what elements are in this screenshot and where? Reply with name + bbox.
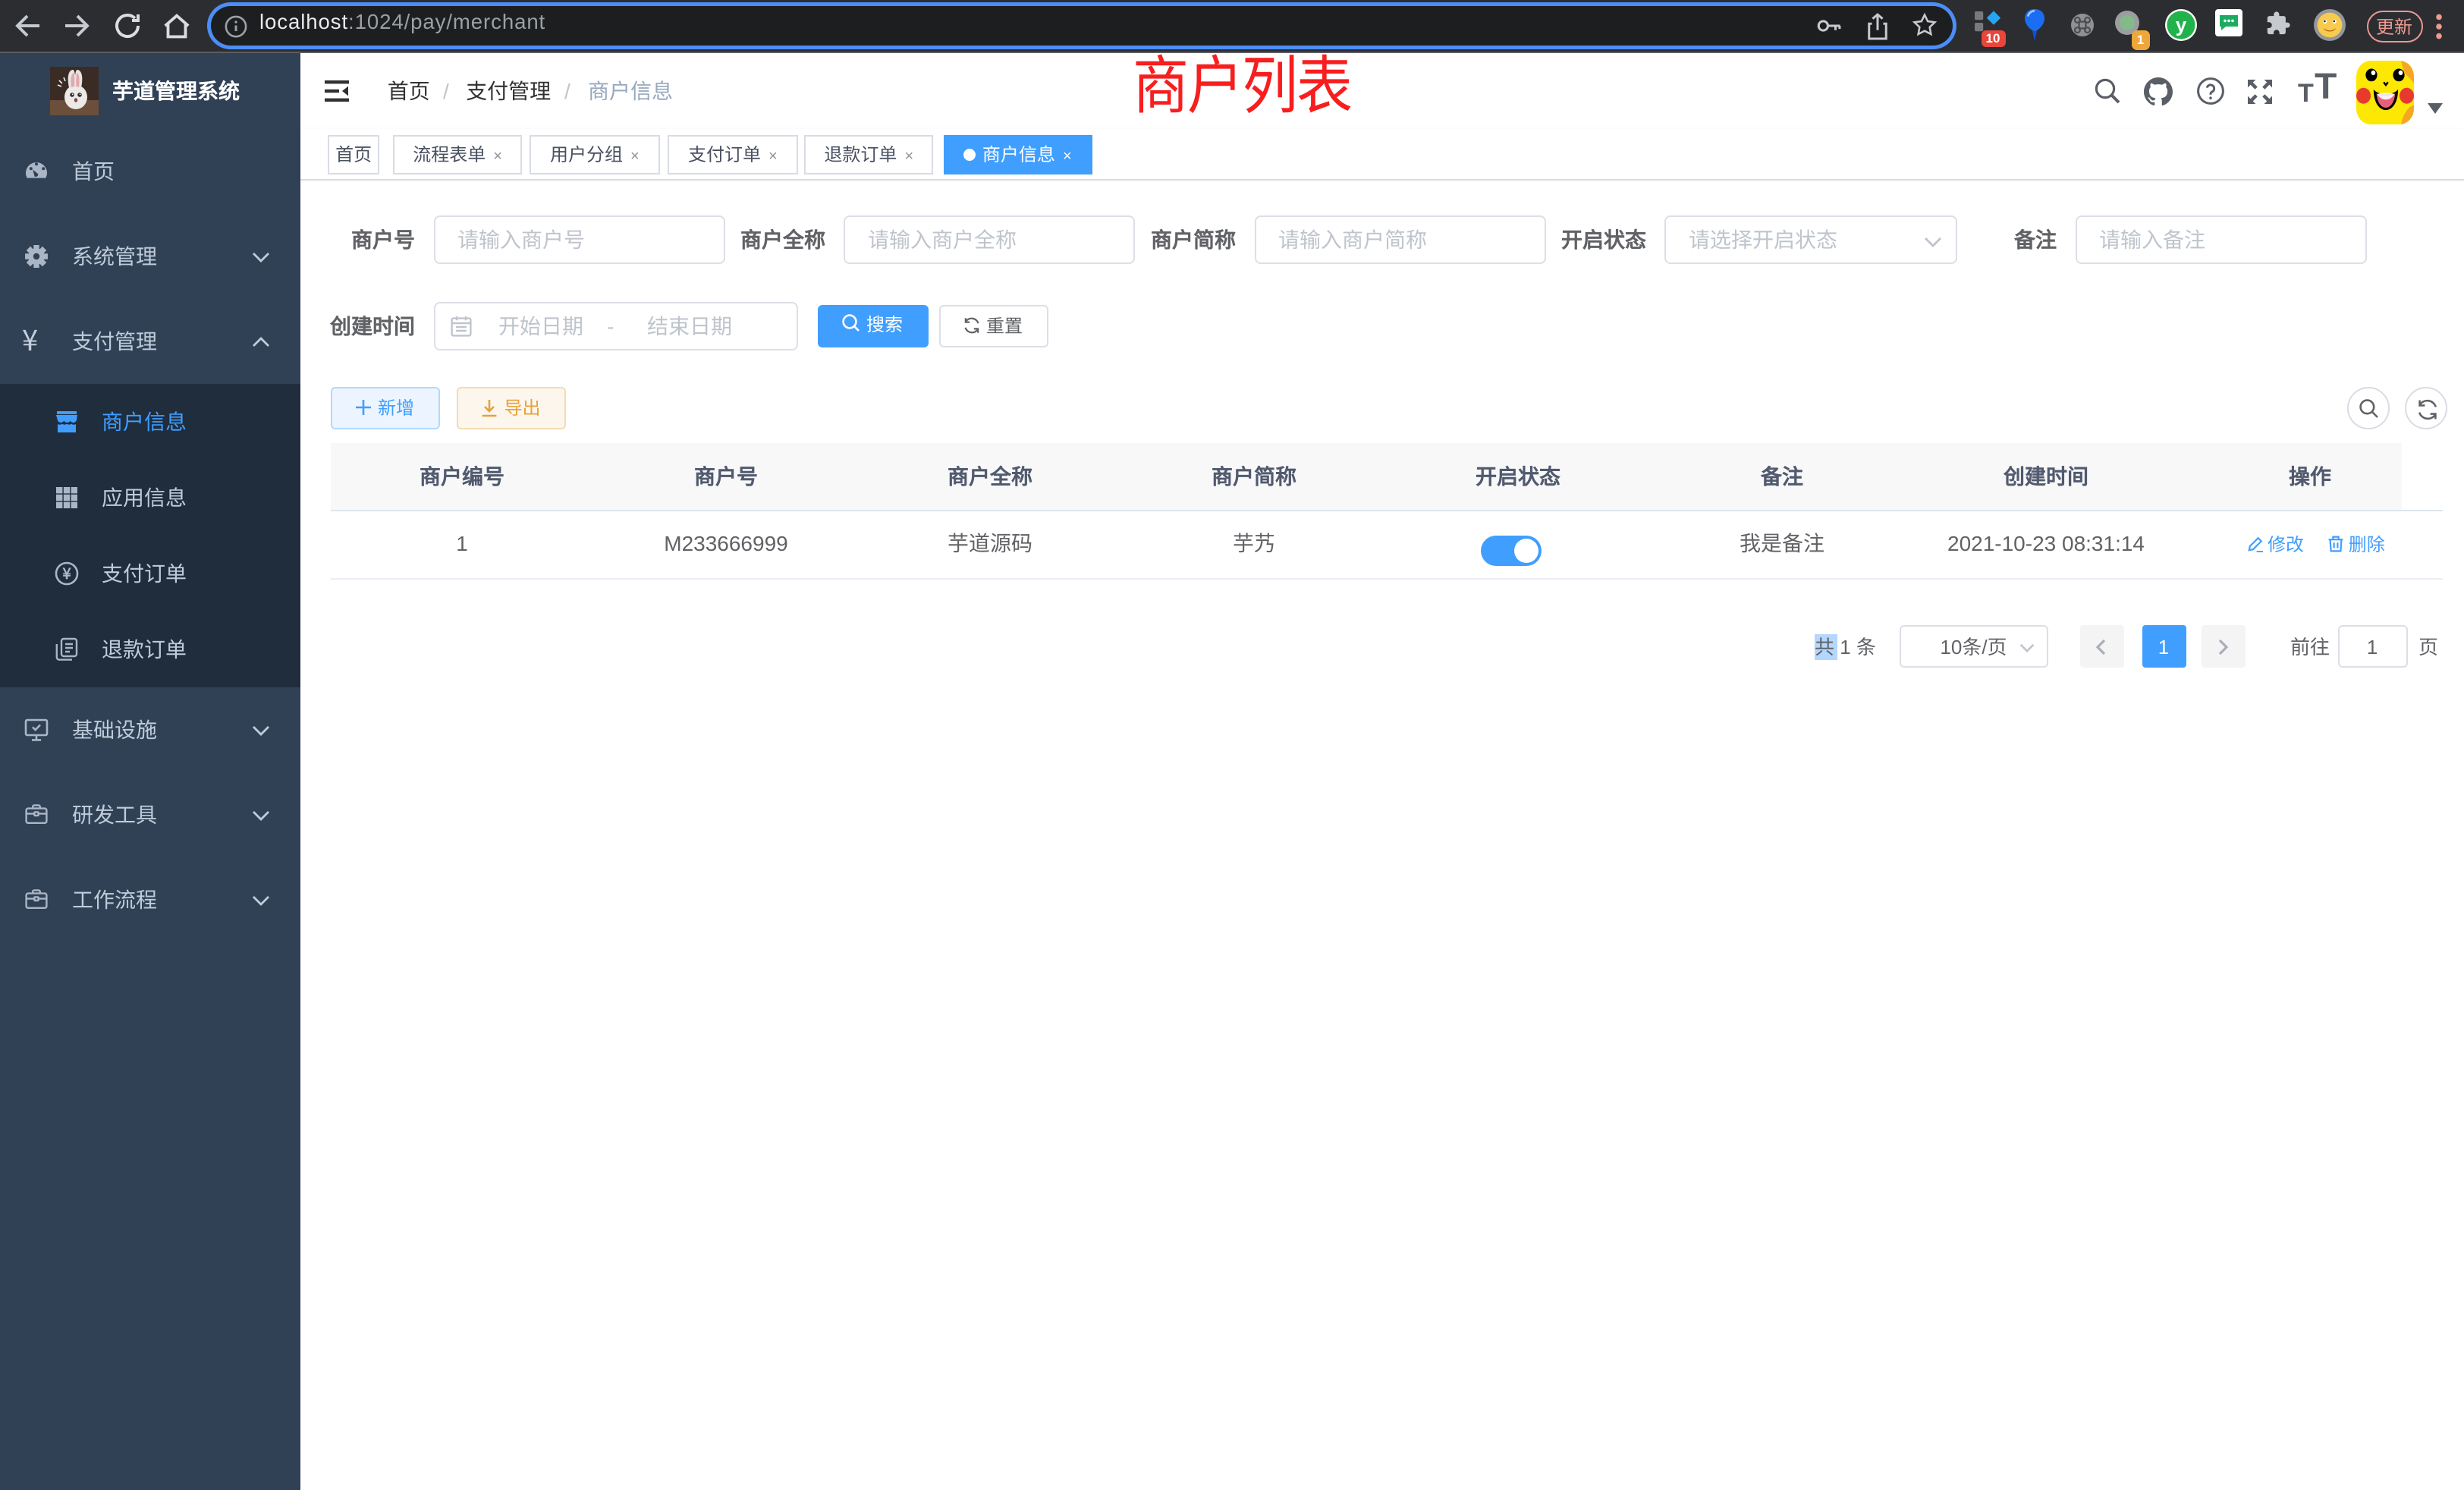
svg-text:y: y bbox=[2176, 14, 2187, 36]
svg-text:¥: ¥ bbox=[61, 561, 71, 583]
